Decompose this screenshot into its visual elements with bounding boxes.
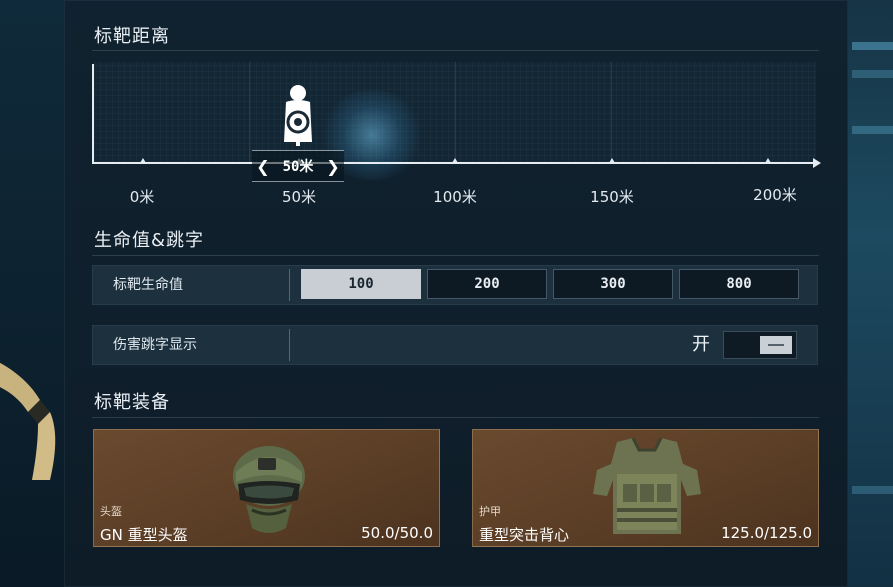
tick-label-150: 150米: [590, 188, 634, 206]
armor-vest-icon: [593, 437, 701, 534]
hp-option-200[interactable]: 200: [427, 269, 547, 299]
equipment-section-title: 标靶装备: [94, 392, 170, 413]
helmet-card[interactable]: 头盔 GN 重型头盔 50.0/50.0: [93, 429, 440, 547]
helmet-type-label: 头盔: [100, 505, 122, 518]
damage-numbers-row: 伤害跳字显示 开: [92, 325, 818, 365]
row-separator: [289, 269, 290, 301]
armor-card[interactable]: 护甲 重型突击背心 125.0/125.0: [472, 429, 819, 547]
target-hp-label: 标靶生命值: [113, 277, 183, 293]
tick-label-50: 50米: [281, 188, 317, 206]
hp-option-100[interactable]: 100: [301, 269, 421, 299]
distance-slider[interactable]: ❮ 50米 ❯: [92, 62, 822, 182]
background-right: [848, 0, 893, 587]
hp-option-300[interactable]: 300: [553, 269, 673, 299]
armor-durability: 125.0/125.0: [721, 524, 812, 542]
target-settings-panel: 标靶距离 ❮ 50米 ❯ 0米 50米 100米 150米 200米 生命值&跳…: [64, 0, 848, 587]
tick-label-200: 200米: [753, 186, 797, 204]
hp-option-800[interactable]: 800: [679, 269, 799, 299]
distance-grid: [94, 62, 816, 162]
distance-value-control[interactable]: ❮ 50米 ❯: [252, 150, 344, 182]
tick-label-100: 100米: [433, 188, 477, 206]
hp-section-title: 生命值&跳字: [94, 230, 205, 251]
background-left: [0, 0, 64, 587]
tick-label-0: 0米: [129, 188, 155, 206]
armor-name: 重型突击背心: [479, 526, 570, 544]
helmet-durability: 50.0/50.0: [361, 524, 433, 542]
distance-increase-button[interactable]: ❯: [322, 151, 344, 181]
tick-mark-0: [140, 158, 147, 163]
divider: [92, 417, 819, 418]
helmet-name: GN 重型头盔: [100, 526, 188, 544]
character-arm-image: [0, 362, 56, 480]
distance-axis-y: [92, 64, 94, 164]
toggle-knob: [760, 336, 792, 354]
distance-value: 50米: [282, 159, 314, 175]
damage-numbers-toggle[interactable]: [723, 331, 797, 359]
target-hp-row: 标靶生命值 100 200 300 800: [92, 265, 818, 305]
target-silhouette-icon: [284, 85, 312, 146]
damage-numbers-label: 伤害跳字显示: [113, 337, 197, 353]
toggle-state-text: 开: [692, 334, 710, 355]
row-separator: [289, 329, 290, 361]
divider: [92, 255, 819, 256]
tick-mark-100: [452, 158, 459, 163]
divider: [92, 50, 819, 51]
axis-arrow-icon: [813, 158, 821, 168]
distance-decrease-button[interactable]: ❮: [252, 151, 274, 181]
armor-type-label: 护甲: [479, 505, 501, 518]
tick-mark-200: [765, 158, 772, 163]
distance-section-title: 标靶距离: [94, 26, 170, 47]
tick-mark-150: [609, 158, 616, 163]
helmet-icon: [233, 446, 305, 533]
